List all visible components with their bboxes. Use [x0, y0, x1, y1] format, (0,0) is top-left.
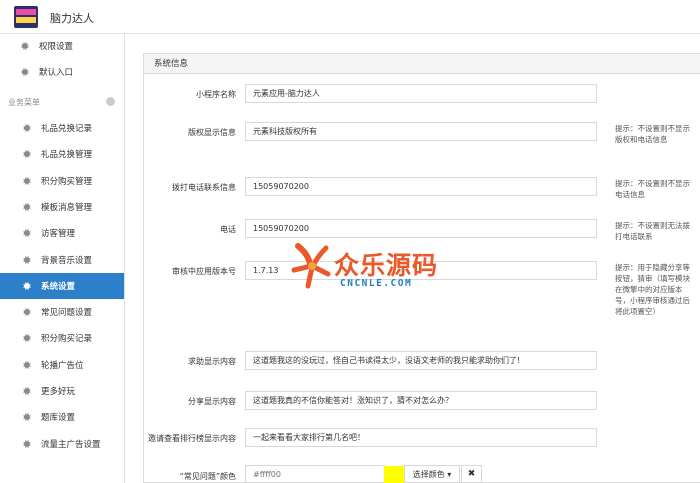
color-swatch[interactable] [384, 466, 404, 483]
sidebar-item-label: 权限设置 [39, 42, 74, 52]
sidebar-item-2[interactable]: 积分购买管理 [0, 168, 124, 194]
gear-icon [19, 306, 32, 319]
copyright-input[interactable]: 元素科技版权所有 [245, 122, 597, 141]
field-label: 拨打电话联系信息 [172, 183, 236, 192]
sidebar-item-label: 背景音乐设置 [41, 255, 93, 266]
gear-icon [19, 227, 32, 240]
gear-icon [19, 411, 32, 424]
sidebar-item-label: 默认入口 [39, 68, 74, 78]
field-label: 版权显示信息 [188, 128, 236, 137]
sidebar-item-label: 模板消息管理 [41, 202, 93, 213]
field-label: 审核中应用版本号 [172, 267, 236, 276]
sidebar-item-4[interactable]: 访客管理 [0, 220, 124, 246]
sidebar-item-12[interactable]: 流量主广告设置 [0, 431, 124, 457]
gear-icon [17, 66, 30, 79]
ranking-invite-input[interactable]: 一起来看看大家排行第几名吧！ [245, 428, 597, 447]
sidebar-item-9[interactable]: 轮播广告位 [0, 352, 124, 378]
gear-icon [19, 253, 32, 266]
watermark-logo-icon [291, 243, 331, 289]
sidebar-item-label: 题库设置 [41, 413, 76, 424]
sidebar-item-label: 更多好玩 [41, 387, 76, 397]
watermark: 众乐源码 CNCNLE.COM [288, 240, 468, 300]
phone-input[interactable]: 15059070200 [245, 219, 597, 238]
watermark-subtitle: CNCNLE.COM [340, 278, 413, 289]
watermark-title: 众乐源码 [334, 251, 439, 280]
field-label: 小程序名称 [196, 90, 236, 99]
sidebar-item-label: 积分购买管理 [41, 176, 93, 187]
hint-text: 提示：用于隐藏分享等按钮，猜审（填写模块在微擎中的对应版本号，小程序审核通过后将… [615, 263, 690, 316]
sidebar-item-label: 轮播广告位 [41, 360, 84, 371]
gear-icon [19, 358, 32, 371]
hint-text: 提示：不设置则不显示电话信息 [615, 179, 690, 199]
sidebar-item-label: 礼品兑换记录 [41, 124, 93, 134]
panel-title: 系统信息 [144, 54, 700, 74]
field-label: 邀请查看排行榜显示内容 [148, 434, 236, 443]
field-label: 分享显示内容 [188, 397, 236, 406]
app-logo[interactable] [14, 6, 38, 28]
top-bar: 脑力达人 [0, 0, 700, 34]
clear-color-button[interactable]: ✖ [461, 465, 482, 483]
sidebar-section-label: 业务菜单 [8, 98, 40, 107]
sidebar-item-1[interactable]: 礼品兑换管理 [0, 141, 124, 167]
sidebar-item-label: 流量主广告设置 [41, 439, 101, 450]
gear-icon [19, 437, 32, 450]
hint-text: 提示：不设置则无法拨打电话联系 [615, 221, 690, 241]
field-label: 求助显示内容 [188, 357, 236, 366]
sidebar-item-6[interactable]: 系统设置 [0, 272, 124, 299]
sidebar-item-7[interactable]: 常见问题设置 [0, 299, 124, 325]
sidebar-item-10[interactable]: 更多好玩 [0, 378, 124, 404]
field-label: 电话 [220, 225, 236, 234]
help-content-input[interactable]: 这道题我这的没玩过，怪自己书读得太少，没语文老师的我只能求助你们了! [245, 351, 597, 370]
gear-icon [19, 279, 32, 292]
gear-icon [19, 122, 32, 135]
gear-icon [19, 200, 32, 213]
sidebar-item-8[interactable]: 积分购买记录 [0, 325, 124, 351]
faq-color-input[interactable] [245, 465, 385, 483]
choose-color-button[interactable]: 选择颜色 ▾ [404, 465, 460, 483]
sidebar-item-0[interactable]: 礼品兑换记录 [0, 115, 124, 141]
collapse-icon[interactable] [106, 97, 115, 106]
gear-icon [19, 174, 32, 187]
gear-icon [19, 385, 32, 398]
gear-icon [19, 332, 32, 345]
sidebar-item-permissions[interactable]: 权限设置 [0, 33, 124, 59]
app-name-input[interactable]: 元素应用-脑力达人 [245, 84, 597, 103]
sidebar-item-label: 常见问题设置 [41, 308, 93, 319]
gear-icon [19, 148, 32, 161]
sidebar-item-label: 访客管理 [41, 229, 76, 240]
sidebar-item-label: 礼品兑换管理 [41, 150, 93, 161]
sidebar-item-5[interactable]: 背景音乐设置 [0, 247, 124, 273]
hint-text: 提示：不设置则不显示版权和电话信息 [615, 124, 690, 144]
sidebar-item-label: 系统设置 [41, 281, 76, 292]
sidebar-item-label: 积分购买记录 [41, 334, 93, 345]
phone-contact-input[interactable]: 15059070200 [245, 177, 597, 196]
field-label: “常见问题”颜色 [179, 472, 236, 481]
app-title: 脑力达人 [50, 12, 94, 25]
sidebar-item-3[interactable]: 模板消息管理 [0, 194, 124, 220]
gear-icon [17, 40, 30, 53]
sidebar-item-default-entry[interactable]: 默认入口 [0, 59, 124, 85]
sidebar-item-11[interactable]: 题库设置 [0, 404, 124, 430]
share-content-input[interactable]: 这道题我真的不信你能答对！涨知识了，猜不对怎么办？ [245, 391, 597, 410]
